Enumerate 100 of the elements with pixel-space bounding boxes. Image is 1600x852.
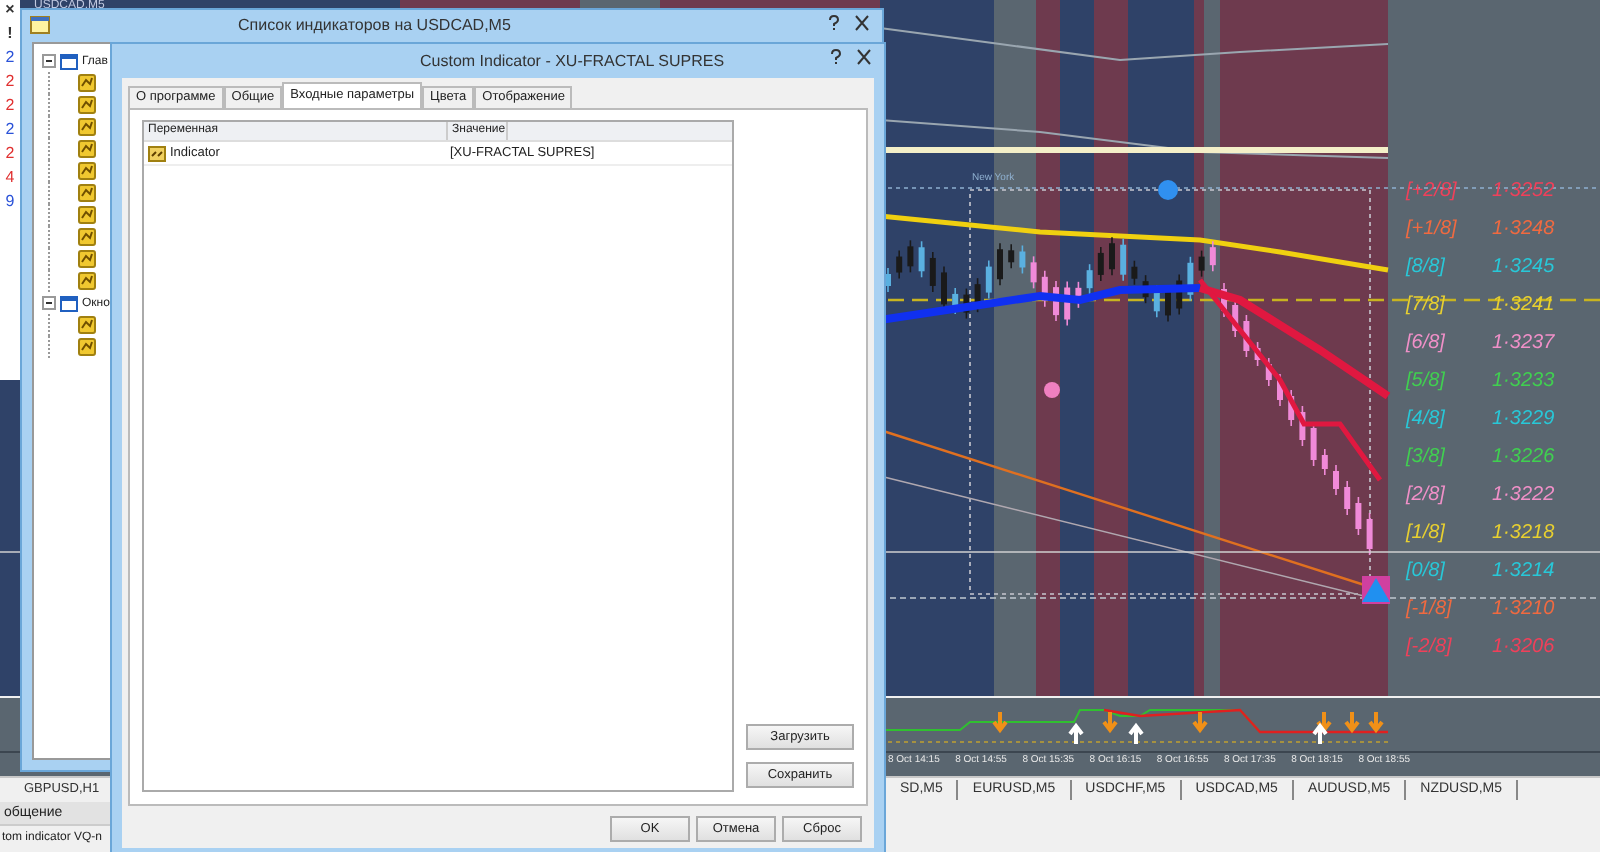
close-icon[interactable] [850,14,874,32]
indicator-icon[interactable] [78,74,96,92]
level-price: 1·3245 [1492,256,1555,278]
indicator-icon[interactable] [78,316,96,334]
count-digit: 9 [5,192,15,212]
up-arrow-icon [1128,722,1144,746]
level-price: 1·3252 [1492,180,1555,202]
candlestick [974,277,981,313]
candlestick [929,251,936,293]
down-arrow-icon [1316,710,1332,734]
level-label: [5/8] [1406,370,1447,392]
candlestick [1142,274,1149,304]
indicator-icon[interactable] [78,96,96,114]
indicator-icon[interactable] [78,228,96,246]
candlestick [1030,255,1037,290]
chart-window-icon [60,295,78,311]
indicator-icon[interactable] [78,272,96,290]
candlestick [985,259,992,300]
candlestick [1198,249,1205,278]
indicator-icon[interactable] [78,118,96,136]
level-label: [0/8] [1406,560,1447,582]
candlestick [941,265,947,312]
level-price: 1·3226 [1492,446,1555,468]
candlestick [1355,496,1362,536]
candlestick [1097,246,1104,282]
indicator-icon[interactable] [78,184,96,202]
signal-marker-icon [1362,576,1390,604]
indicator-icon[interactable] [78,162,96,180]
up-arrow-icon [1068,722,1084,746]
candlestick [997,242,1003,287]
candlestick [1299,405,1306,447]
fractal-dot [1158,180,1178,200]
down-arrow-icon [1192,710,1208,734]
count-digit: 2 [5,72,15,92]
level-price: 1·3248 [1492,218,1555,240]
down-arrow-icon [1368,710,1384,734]
window-icon [30,15,50,33]
level-label: [2/8] [1406,484,1447,506]
candlestick [1321,448,1328,476]
down-arrow-icon [1102,710,1118,734]
level-label: [1/8] [1406,522,1447,544]
indicator-icon[interactable] [78,206,96,224]
chart-window-icon [60,53,78,69]
indicator-icon[interactable] [78,338,96,356]
candlestick [963,287,970,320]
level-price: 1·3206 [1492,636,1555,658]
collapse-icon[interactable] [42,54,56,68]
level-label: [3/8] [1406,446,1447,468]
candlestick [1008,243,1015,270]
indicator-icon[interactable] [78,250,96,268]
down-arrow-icon [1344,710,1360,734]
panel-mark[interactable]: × [5,0,15,20]
fractal-dot [1044,382,1060,398]
window-title: Список индикаторов на USDCAD,M5 [238,15,511,33]
panel-mark[interactable]: ! [7,24,13,44]
level-price: 1·3233 [1492,370,1555,392]
candlestick [1075,281,1082,309]
candlestick [1109,236,1115,277]
candlestick [952,287,959,315]
level-price: 1·3241 [1492,294,1555,316]
dialog-title: Custom Indicator - XU-FRACTAL SUPRES [420,52,725,70]
candlestick [1086,263,1093,295]
parameter-icon [148,145,166,161]
candlestick [918,240,925,279]
count-digit: 2 [5,48,15,68]
level-label: [7/8] [1406,294,1447,316]
candlestick [1041,270,1048,308]
level-label: [+1/8] [1406,218,1459,240]
candlestick [1120,237,1127,282]
candlestick [1254,341,1261,367]
level-price: 1·3218 [1492,522,1555,544]
count-digit: 2 [5,144,15,164]
candlestick [1288,389,1295,427]
count-digit: 2 [5,96,15,116]
candlestick [1053,280,1059,322]
candlestick [1187,256,1194,302]
candlestick [896,249,903,280]
candlestick [1221,282,1227,318]
level-label: [-2/8] [1406,636,1454,658]
level-price: 1·3237 [1492,332,1555,354]
candlestick [1232,298,1239,338]
count-digit: 2 [5,120,15,140]
level-label: [8/8] [1406,256,1447,278]
candlestick [1131,259,1138,286]
level-price: 1·3222 [1492,484,1555,506]
down-arrow-icon [992,710,1008,734]
up-arrow-icon [1312,722,1328,746]
count-digit: 4 [5,168,15,188]
level-label: [-1/8] [1406,598,1454,620]
level-price: 1·3229 [1492,408,1555,430]
close-icon[interactable] [852,48,876,66]
candlestick [1265,357,1272,387]
candlestick [1019,244,1026,275]
candlestick [1333,464,1339,496]
indicator-icon[interactable] [78,140,96,158]
candlestick [1277,373,1283,407]
level-label: [+2/8] [1406,180,1459,202]
collapse-icon[interactable] [42,296,56,310]
candlestick [1366,512,1373,556]
candlestick [1209,240,1216,272]
